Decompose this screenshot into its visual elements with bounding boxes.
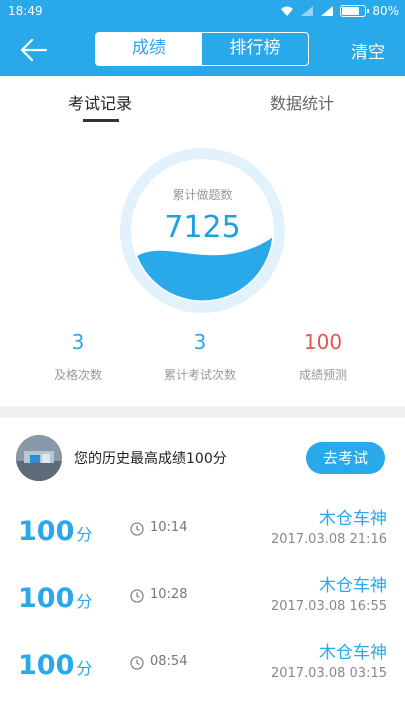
status-bar: 18:49 80% [0,0,405,24]
tab-indicator [83,119,119,122]
record-duration: 10:28 [150,587,188,602]
signal-icon [301,6,314,16]
stat-value: 3 [71,330,85,354]
record-duration: 08:54 [150,654,188,669]
take-exam-button[interactable]: 去考试 [306,442,385,474]
status-time: 18:49 [8,4,43,18]
wifi-icon [281,6,294,16]
record-score: 100 分 [18,583,92,614]
best-score-row: 您的历史最高成绩100分 去考试 [0,418,405,498]
tab-ranking[interactable]: 排行榜 [202,33,308,65]
record-score: 100 分 [18,516,92,547]
record-duration: 10:14 [150,520,188,535]
list-item[interactable]: 100 分 10:14 木仓车神 2017.03.08 21:16 [0,500,405,566]
record-score: 100 分 [18,650,92,681]
segmented-control: 成绩 排行榜 [95,32,309,66]
app-bar: 成绩 排行榜 清空 [0,24,405,76]
avatar-image [16,435,62,481]
clear-button[interactable]: 清空 [351,38,385,63]
battery-fill [342,7,360,15]
avatar[interactable] [16,435,62,481]
clock-icon [130,589,144,603]
record-user-name: 木仓车神 [319,643,387,663]
score-unit: 分 [76,659,93,678]
score-value: 100 [18,583,75,614]
clock-icon [130,656,144,670]
clock-icon [130,522,144,536]
stat-value: 3 [193,330,207,354]
section-divider [0,406,405,418]
gauge-label: 累计做题数 [172,188,233,202]
stats-row: 3 及格次数 3 累计考试次数 100 成绩预测 [0,330,405,390]
score-unit: 分 [76,592,93,611]
list-item[interactable]: 100 分 08:54 木仓车神 2017.03.08 03:15 [0,634,405,700]
arrow-left-icon [20,38,48,62]
record-datetime: 2017.03.08 16:55 [270,599,387,614]
tab-score[interactable]: 成绩 [96,33,202,65]
tab-exam-records[interactable]: 考试记录 [68,90,132,114]
record-user-name: 木仓车神 [319,509,387,529]
signal-icon-2 [321,6,334,16]
record-datetime: 2017.03.08 21:16 [270,532,387,547]
stat-label: 累计考试次数 [163,368,236,382]
question-count-gauge: 累计做题数 7125 [120,148,285,313]
stat-score-prediction: 100 成绩预测 [263,330,383,383]
battery-percent: 80% [372,4,399,18]
stat-label: 及格次数 [53,368,102,382]
score-value: 100 [18,650,75,681]
stat-value: 100 [303,330,343,354]
tab-statistics[interactable]: 数据统计 [270,90,334,114]
stat-label: 成绩预测 [298,368,347,382]
record-datetime: 2017.03.08 03:15 [270,666,387,681]
record-user-name: 木仓车神 [319,576,387,596]
list-item[interactable]: 100 分 10:28 木仓车神 2017.03.08 16:55 [0,567,405,633]
battery-icon [340,5,370,17]
stat-pass-count: 3 及格次数 [18,330,138,383]
best-score-text: 您的历史最高成绩100分 [74,451,227,467]
status-icons: 80% [280,4,399,18]
score-unit: 分 [76,525,93,544]
sub-tabs: 考试记录 数据统计 [0,76,405,124]
stat-exam-count: 3 累计考试次数 [140,330,260,383]
back-button[interactable] [18,36,50,64]
gauge-value: 7125 [164,210,241,245]
score-value: 100 [18,516,75,547]
